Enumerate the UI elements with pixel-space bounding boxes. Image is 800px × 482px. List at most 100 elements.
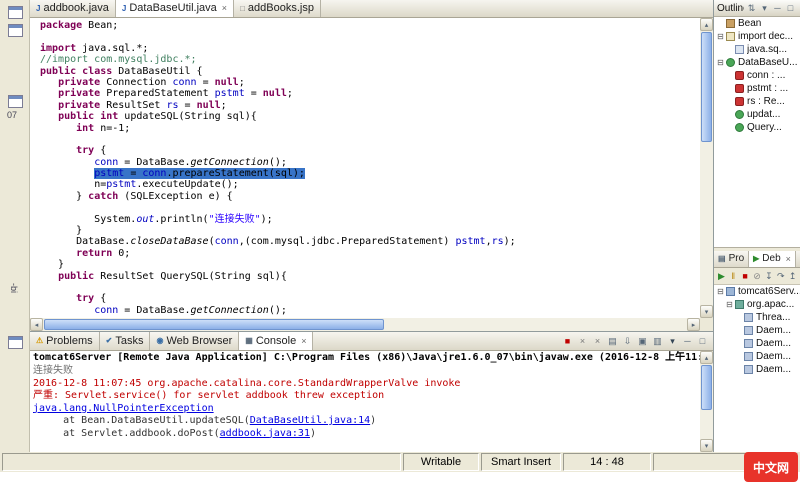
code-line[interactable]: DataBase.closeDataBase(conn,(com.mysql.j…	[30, 236, 700, 247]
tab-console[interactable]: ▦Console×	[239, 332, 313, 350]
code-line[interactable]: try {	[30, 293, 700, 304]
minimize-icon[interactable]: ─	[771, 2, 784, 15]
console-view[interactable]: tomcat6Server [Remote Java Application] …	[30, 351, 700, 452]
code-line[interactable]: n=pstmt.executeUpdate();	[30, 179, 700, 190]
scroll-down-icon[interactable]: ▾	[700, 305, 713, 318]
step-return-icon[interactable]: ↥	[787, 270, 798, 282]
restore-view-icon[interactable]	[8, 24, 23, 37]
tree-item[interactable]: Bean	[714, 17, 800, 30]
pin-console-icon[interactable]: ▣	[636, 335, 649, 348]
expander-icon[interactable]: ⊟	[716, 288, 725, 296]
code-line[interactable]	[30, 282, 700, 293]
close-icon[interactable]: ×	[786, 255, 791, 264]
sort-icon[interactable]: ⇅	[745, 2, 758, 15]
expander-icon[interactable]: ⊟	[716, 33, 725, 41]
clear-console-icon[interactable]: ▤	[606, 335, 619, 348]
maximize-icon[interactable]: □	[784, 2, 797, 15]
code-line[interactable]: private ResultSet rs = null;	[30, 100, 700, 111]
code-line[interactable]: conn = DataBase.getConnection();	[30, 157, 700, 168]
code-line[interactable]: import java.sql.*;	[30, 43, 700, 54]
tab-tasks[interactable]: ✔Tasks	[100, 332, 151, 350]
stack-trace-link[interactable]: DataBaseUtil.java:14	[250, 415, 370, 426]
code-line[interactable]: conn = DataBase.getConnection();	[30, 305, 700, 316]
tree-item[interactable]: ⊟tomcat6Serv...	[714, 285, 800, 298]
tree-item[interactable]: Threa...	[714, 311, 800, 324]
editor-horizontal-scrollbar[interactable]: ◂ ▸	[30, 318, 700, 331]
scrollbar-thumb[interactable]	[44, 319, 384, 330]
code-line[interactable]	[30, 31, 700, 42]
code-line[interactable]: try {	[30, 145, 700, 156]
console-vertical-scrollbar[interactable]: ▴ ▾	[700, 351, 713, 452]
display-selected-console-icon[interactable]: ▥	[651, 335, 664, 348]
close-icon[interactable]: ×	[222, 4, 227, 13]
remove-launch-icon[interactable]: ×	[576, 335, 589, 348]
scroll-lock-icon[interactable]: ⇩	[621, 335, 634, 348]
tree-item[interactable]: pstmt : ...	[714, 82, 800, 95]
terminate-icon[interactable]: ■	[561, 335, 574, 348]
tree-item[interactable]: Daem...	[714, 350, 800, 363]
tab-addbook-java[interactable]: Jaddbook.java	[30, 0, 116, 17]
tab-problems[interactable]: ⚠Problems	[30, 332, 100, 350]
tree-item[interactable]: ⊟import dec...	[714, 30, 800, 43]
scroll-up-icon[interactable]: ▴	[700, 351, 713, 364]
step-over-icon[interactable]: ↷	[775, 270, 786, 282]
code-line[interactable]: System.out.println("连接失败");	[30, 214, 700, 225]
expander-icon[interactable]: ⊟	[725, 301, 734, 309]
open-console-icon[interactable]: ▾	[666, 335, 679, 348]
code-line[interactable]: int n=-1;	[30, 123, 700, 134]
tree-item[interactable]: updat...	[714, 108, 800, 121]
scroll-up-icon[interactable]: ▴	[700, 18, 713, 31]
tab-web-browser[interactable]: ◉Web Browser	[150, 332, 239, 350]
code-line[interactable]: } catch (SQLException e) {	[30, 191, 700, 202]
step-into-icon[interactable]: ↧	[763, 270, 774, 282]
code-line[interactable]: private Connection conn = null;	[30, 77, 700, 88]
disconnect-icon[interactable]: ⊘	[752, 270, 763, 282]
restore-view-icon[interactable]	[8, 6, 23, 19]
tree-item[interactable]: Daem...	[714, 337, 800, 350]
stack-trace-link[interactable]: addbook.java:31	[220, 428, 310, 439]
terminate-icon[interactable]: ■	[740, 270, 751, 282]
code-line[interactable]: public int updateSQL(String sql){	[30, 111, 700, 122]
tab-addbooks-jsp[interactable]: □addBooks.jsp	[234, 0, 321, 17]
code-editor[interactable]: package Bean; import java.sql.*;//import…	[30, 18, 700, 318]
scroll-right-icon[interactable]: ▸	[687, 318, 700, 331]
code-line[interactable]	[30, 202, 700, 213]
fast-view-icon[interactable]	[8, 95, 23, 108]
code-line[interactable]	[30, 134, 700, 145]
code-line[interactable]: private PreparedStatement pstmt = null;	[30, 88, 700, 99]
suspend-icon[interactable]: ‖	[728, 270, 739, 282]
resume-icon[interactable]: ▶	[716, 270, 727, 282]
editor-vertical-scrollbar[interactable]: ▴ ▾	[700, 18, 713, 318]
stack-trace-link[interactable]: java.lang.NullPointerException	[33, 403, 214, 414]
fast-view-icon[interactable]	[8, 336, 23, 349]
close-icon[interactable]: ×	[301, 337, 306, 346]
code-line[interactable]: }	[30, 225, 700, 236]
tree-item[interactable]: ⊟org.apac...	[714, 298, 800, 311]
tree-item[interactable]: conn : ...	[714, 69, 800, 82]
code-line[interactable]: //import com.mysql.jdbc.*;	[30, 54, 700, 65]
maximize-icon[interactable]: □	[696, 335, 709, 348]
code-line[interactable]: public class DataBaseUtil {	[30, 66, 700, 77]
tab-databaseutil-java[interactable]: JDataBaseUtil.java×	[116, 0, 234, 17]
tree-item[interactable]: Query...	[714, 121, 800, 134]
expander-icon[interactable]: ⊟	[716, 59, 725, 67]
tree-item[interactable]: Daem...	[714, 324, 800, 337]
view-menu-icon[interactable]: ▾	[758, 2, 771, 15]
remove-all-launches-icon[interactable]: ×	[591, 335, 604, 348]
code-line[interactable]: package Bean;	[30, 20, 700, 31]
code-line[interactable]: pstmt = conn.prepareStatement(sql);	[30, 168, 700, 179]
scroll-left-icon[interactable]: ◂	[30, 318, 43, 331]
tree-item[interactable]: rs : Re...	[714, 95, 800, 108]
scroll-down-icon[interactable]: ▾	[700, 439, 713, 452]
code-line[interactable]: }	[30, 259, 700, 270]
tree-item[interactable]: java.sq...	[714, 43, 800, 56]
scrollbar-thumb[interactable]	[701, 365, 712, 410]
tab-deb[interactable]: ▶Deb×	[749, 251, 796, 267]
tree-item[interactable]: Daem...	[714, 363, 800, 376]
scrollbar-thumb[interactable]	[701, 32, 712, 142]
tree-item[interactable]: ⊟DataBaseU...	[714, 56, 800, 69]
minimize-icon[interactable]: ─	[681, 335, 694, 348]
code-line[interactable]: return 0;	[30, 248, 700, 259]
tab-pro[interactable]: ▤Pro	[714, 251, 749, 267]
code-line[interactable]: public ResultSet QuerySQL(String sql){	[30, 271, 700, 282]
